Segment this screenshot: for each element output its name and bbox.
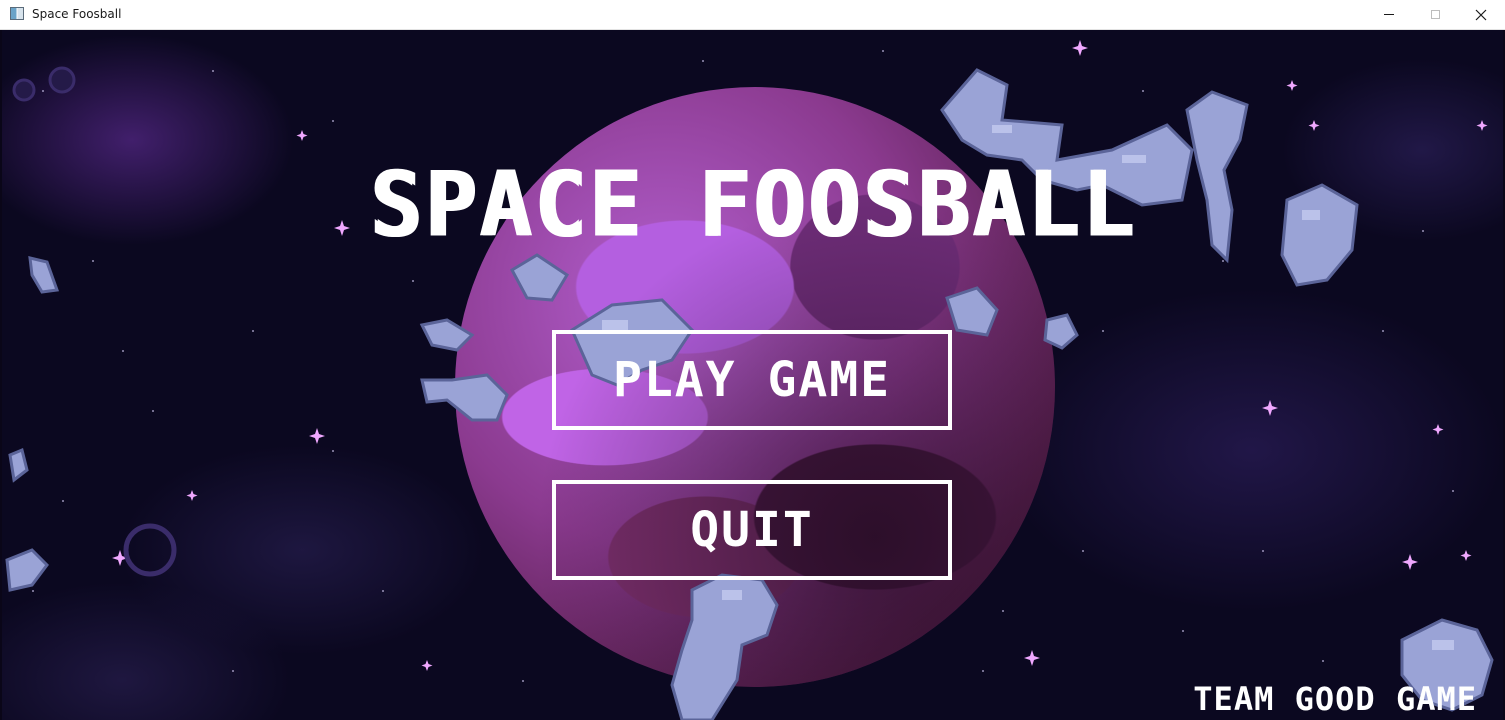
game-title: SPACE FOOSBALL: [369, 152, 1136, 258]
play-game-button[interactable]: PLAY GAME: [552, 330, 952, 430]
studio-credits: TEAM GOOD GAME: [1193, 680, 1477, 718]
close-button[interactable]: [1458, 0, 1504, 29]
app-window-icon: [10, 7, 24, 20]
title-bar[interactable]: Space Foosball: [0, 0, 1505, 30]
minimize-button[interactable]: [1366, 0, 1412, 29]
play-game-label: PLAY GAME: [612, 352, 892, 408]
window-title: Space Foosball: [32, 7, 122, 21]
game-canvas: SPACE FOOSBALL PLAY GAME QUIT TEAM GOOD …: [2, 30, 1503, 720]
quit-label: QUIT: [690, 502, 814, 558]
game-window: Space Foosball SPACE FOOSBALL PLAY GAME …: [0, 0, 1505, 720]
quit-button[interactable]: QUIT: [552, 480, 952, 580]
maximize-icon: [1430, 10, 1440, 19]
maximize-button[interactable]: [1412, 0, 1458, 29]
minimize-icon: [1384, 14, 1394, 15]
close-icon: [1475, 9, 1487, 20]
